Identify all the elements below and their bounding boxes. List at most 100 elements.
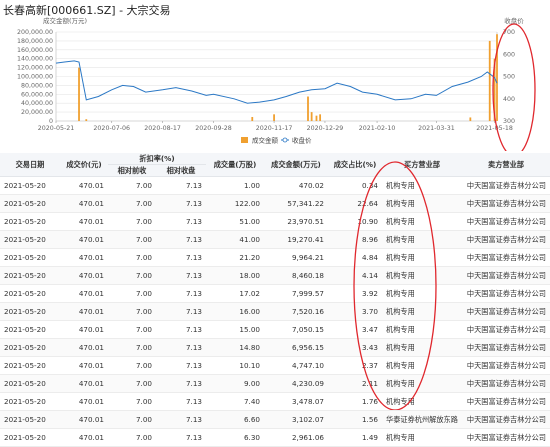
cell-seller: 中天国富证券吉林分公司: [462, 230, 550, 249]
header-ratio[interactable]: 成交占比(%): [328, 153, 382, 177]
amount-bar: [251, 116, 254, 121]
cell-date: 2021-05-20: [0, 338, 60, 357]
table-row[interactable]: 2021-05-20 470.01 7.00 7.13 14.80 6,956.15 3.4…: [0, 338, 550, 357]
amount-bars: [78, 34, 498, 121]
header-discount-prev[interactable]: 相对前收: [108, 164, 156, 177]
legend-amount-swatch: [241, 137, 248, 143]
cell-volume: 15.00: [206, 320, 264, 339]
cell-discount-prev: 7.00: [108, 410, 156, 429]
cell-discount-close: 7.13: [156, 320, 206, 339]
cell-ratio: 8.96: [328, 230, 382, 249]
header-discount-close[interactable]: 相对收盘: [156, 164, 206, 177]
chart-legend: 成交金额 收盘价: [241, 136, 312, 145]
cell-volume: 41.00: [206, 230, 264, 249]
left-tick-label: 0: [49, 118, 53, 125]
cell-buyer: 机构专用: [382, 320, 462, 339]
right-axis: 700600500400300: [503, 29, 515, 125]
amount-bar: [307, 96, 309, 121]
table-row[interactable]: 2021-05-20 470.01 7.00 7.13 17.02 7,999.57 3.9…: [0, 284, 550, 303]
table-row[interactable]: 2021-05-20 470.01 7.00 7.13 7.40 3,478.07 1.76…: [0, 392, 550, 411]
cell-seller: 中天国富证券吉林分公司: [462, 284, 550, 303]
cell-date: 2021-05-20: [0, 212, 60, 231]
cell-amount: 3,478.07: [264, 392, 328, 411]
cell-amount: 2,961.06: [264, 428, 328, 447]
cell-volume: 14.80: [206, 338, 264, 357]
cell-discount-prev: 7.00: [108, 248, 156, 267]
table-row[interactable]: 2021-05-20 470.01 7.00 7.13 10.10 4,747.10 2.3…: [0, 356, 550, 375]
cell-ratio: 3.43: [328, 338, 382, 357]
block-trade-table: 交易日期 成交价(元) 折扣率(%) 成交量(万股) 成交金额(万元) 成交占比…: [0, 153, 550, 447]
table-row[interactable]: 2021-05-20 470.01 7.00 7.13 41.00 19,270.41 8.…: [0, 230, 550, 249]
cell-price: 470.01: [60, 410, 108, 429]
cell-discount-prev: 7.00: [108, 194, 156, 213]
table-row[interactable]: 2021-05-20 470.01 7.00 7.13 1.00 470.02 0.34 机构…: [0, 176, 550, 195]
cell-seller: 中天国富证券吉林分公司: [462, 392, 550, 411]
cell-ratio: 0.34: [328, 176, 382, 195]
cell-seller: 中天国富证券吉林分公司: [462, 320, 550, 339]
right-tick-label: 300: [503, 118, 515, 125]
cell-price: 470.01: [60, 230, 108, 249]
header-buyer: 买方营业部: [382, 153, 462, 177]
header-date[interactable]: 交易日期: [0, 153, 60, 177]
cell-date: 2021-05-20: [0, 392, 60, 411]
table-row[interactable]: 2021-05-20 470.01 7.00 7.13 15.00 7,050.15 3.4…: [0, 320, 550, 339]
cell-discount-close: 7.13: [156, 410, 206, 429]
cell-ratio: 3.47: [328, 320, 382, 339]
cell-discount-close: 7.13: [156, 338, 206, 357]
cell-ratio: 1.76: [328, 392, 382, 411]
cell-seller: 中天国富证券吉林分公司: [462, 410, 550, 429]
amount-bar: [78, 67, 80, 121]
header-price[interactable]: 成交价(元): [60, 153, 108, 177]
close-price-line: [55, 60, 498, 104]
legend-price-marker: [282, 137, 288, 143]
cell-seller: 中天国富证券吉林分公司: [462, 356, 550, 375]
left-tick-label: 80,000.00: [21, 82, 53, 89]
cell-amount: 8,460.18: [264, 266, 328, 285]
cell-amount: 9,964.21: [264, 248, 328, 267]
cell-amount: 7,520.16: [264, 302, 328, 321]
cell-ratio: 4.14: [328, 266, 382, 285]
cell-seller: 中天国富证券吉林分公司: [462, 374, 550, 393]
cell-price: 470.01: [60, 212, 108, 231]
table-row[interactable]: 2021-05-20 470.01 7.00 7.13 9.00 4,230.09 2.11…: [0, 374, 550, 393]
cell-seller: 中天国富证券吉林分公司: [462, 266, 550, 285]
cell-date: 2021-05-20: [0, 248, 60, 267]
header-amount[interactable]: 成交金额(万元): [264, 153, 328, 177]
cell-volume: 7.40: [206, 392, 264, 411]
table-row[interactable]: 2021-05-20 470.01 7.00 7.13 6.60 3,102.07 1.56…: [0, 410, 550, 429]
cell-seller: 中天国富证券吉林分公司: [462, 212, 550, 231]
cell-price: 470.01: [60, 284, 108, 303]
table-row[interactable]: 2021-05-20 470.01 7.00 7.13 18.00 8,460.18 4.1…: [0, 266, 550, 285]
table-row[interactable]: 2021-05-20 470.01 7.00 7.13 51.00 23,970.51 10…: [0, 212, 550, 231]
header-volume[interactable]: 成交量(万股): [206, 153, 264, 177]
cell-volume: 18.00: [206, 266, 264, 285]
table-row[interactable]: 2021-05-20 470.01 7.00 7.13 21.20 9,964.21 4.8…: [0, 248, 550, 267]
date-axis: 2020-05-21 2020-07-06 2020-08-17 2020-09-28…: [38, 121, 513, 132]
cell-amount: 6,956.15: [264, 338, 328, 357]
cell-amount: 3,102.07: [264, 410, 328, 429]
cell-date: 2021-05-20: [0, 356, 60, 375]
cell-date: 2021-05-20: [0, 176, 60, 195]
table-body: 2021-05-20 470.01 7.00 7.13 1.00 470.02 0.34 机构…: [0, 176, 550, 447]
table-row[interactable]: 2021-05-20 470.01 7.00 7.13 16.00 7,520.16 3.7…: [0, 302, 550, 321]
x-tick-label: 2020-09-28: [195, 125, 232, 132]
cell-buyer: 机构专用: [382, 374, 462, 393]
cell-volume: 17.02: [206, 284, 264, 303]
cell-discount-close: 7.13: [156, 302, 206, 321]
x-tick-label: 2020-12-29: [307, 125, 344, 132]
right-tick-label: 400: [503, 96, 515, 103]
cell-volume: 16.00: [206, 302, 264, 321]
cell-discount-close: 7.13: [156, 356, 206, 375]
chart-grid: [55, 31, 498, 122]
table-row[interactable]: 2021-05-20 470.01 7.00 7.13 6.30 2,961.06 1.49…: [0, 428, 550, 447]
cell-discount-prev: 7.00: [108, 320, 156, 339]
cell-discount-prev: 7.00: [108, 284, 156, 303]
cell-discount-prev: 7.00: [108, 392, 156, 411]
cell-discount-close: 7.13: [156, 374, 206, 393]
right-tick-label: 600: [503, 51, 515, 58]
left-tick-label: 60,000.00: [21, 91, 53, 98]
x-tick-label: 2021-05-18: [476, 125, 513, 132]
amount-bar: [273, 114, 275, 121]
amount-bar: [315, 115, 318, 121]
table-row[interactable]: 2021-05-20 470.01 7.00 7.13 122.00 57,341.22 2…: [0, 194, 550, 213]
